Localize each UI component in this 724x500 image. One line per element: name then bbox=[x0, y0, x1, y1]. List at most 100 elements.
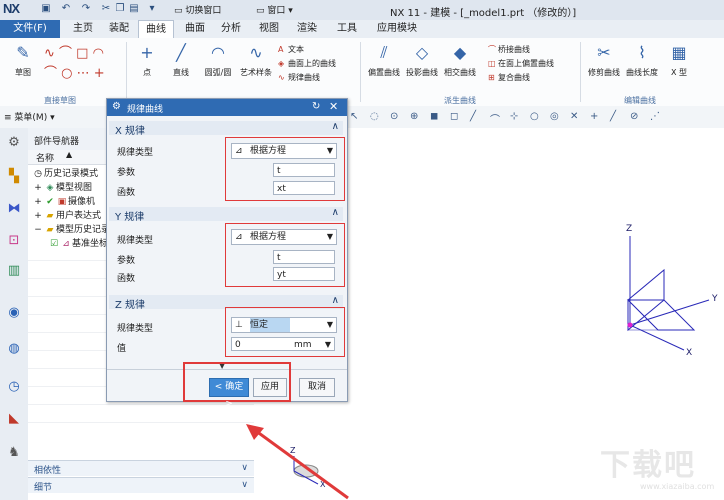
cut-icon[interactable]: ✂ bbox=[100, 3, 112, 15]
project-curve-button[interactable]: ◇ 投影曲线 bbox=[404, 42, 440, 78]
chevron-up-icon[interactable]: ∧ bbox=[332, 121, 339, 132]
snap-tangent-icon[interactable]: ⊘ bbox=[630, 111, 638, 122]
reset-icon[interactable]: ↻ bbox=[312, 101, 320, 112]
snap-point-icon[interactable]: ○ bbox=[530, 111, 539, 122]
tab-render[interactable]: 渲染 bbox=[290, 20, 324, 38]
checkbox-icon[interactable]: ☑ bbox=[48, 238, 60, 250]
column-name[interactable]: 名称 bbox=[36, 151, 54, 164]
ok-button[interactable]: < 确定 > bbox=[209, 378, 249, 409]
select-icon[interactable]: ↖ bbox=[350, 111, 358, 122]
tree-item-cameras[interactable]: + ✔ ▣ 摄像机 bbox=[32, 196, 95, 208]
composite-curve-button[interactable]: ⊞ 复合曲线 bbox=[488, 72, 554, 83]
z-value-input[interactable]: 0 mm ▼ bbox=[231, 337, 335, 351]
constraint-navigator-icon[interactable]: ⊡ bbox=[5, 232, 23, 250]
paste-icon[interactable]: ▤ bbox=[128, 3, 140, 15]
offset-on-face-button[interactable]: ◫ 在面上偏置曲线 bbox=[488, 58, 554, 69]
window-menu-button[interactable]: ▭ 窗口 ▾ bbox=[256, 3, 293, 16]
reuse-library-icon[interactable]: ▥ bbox=[5, 262, 23, 280]
close-icon[interactable]: ✕ bbox=[329, 100, 338, 113]
filter-icon[interactable]: ⊙ bbox=[390, 111, 398, 122]
assembly-navigator-icon[interactable]: ⧓ bbox=[5, 200, 23, 218]
sketch-button[interactable]: ✎ 草图 bbox=[6, 42, 40, 78]
y-param-input[interactable]: t bbox=[273, 250, 335, 264]
gear-icon[interactable]: ⚙ bbox=[5, 134, 23, 152]
law-curve-button[interactable]: ∿ 规律曲线 bbox=[278, 72, 336, 83]
tree-item-user-expressions[interactable]: + ▰ 用户表达式 bbox=[32, 210, 101, 222]
x-function-input[interactable]: xt bbox=[273, 181, 335, 195]
dependency-panel-header[interactable]: 相依性 ∨ bbox=[28, 460, 254, 476]
save-icon[interactable]: ▣ bbox=[40, 3, 52, 15]
apply-button[interactable]: 应用 bbox=[253, 378, 287, 397]
tab-applications[interactable]: 应用模块 bbox=[370, 20, 424, 38]
zoom-icon[interactable]: ⊕ bbox=[410, 111, 418, 122]
text-button[interactable]: A 文本 bbox=[278, 44, 336, 55]
line-button[interactable]: ╱ 直线 bbox=[166, 42, 196, 78]
chevron-up-icon[interactable]: ∧ bbox=[332, 207, 339, 218]
snap-quadrant-icon[interactable]: ◎ bbox=[550, 111, 559, 122]
sort-icon[interactable]: ▲ bbox=[66, 150, 72, 159]
tab-home[interactable]: 主页 bbox=[66, 20, 100, 38]
chevron-down-icon[interactable]: ▼ bbox=[325, 338, 331, 352]
tree-item-model-history[interactable]: − ▰ 模型历史记录 bbox=[32, 224, 110, 236]
repeat-command-icon[interactable]: ▾ bbox=[146, 3, 158, 15]
expand-icon[interactable]: + bbox=[32, 182, 44, 194]
chevron-up-icon[interactable]: ∧ bbox=[332, 295, 339, 306]
snap-grid-icon[interactable]: ⋰ bbox=[650, 111, 660, 122]
part-navigator-icon[interactable]: ▚ bbox=[5, 168, 23, 186]
lasso-icon[interactable]: ◌ bbox=[370, 111, 379, 122]
x-law-type-select[interactable]: ⊿ 根据方程 ▼ bbox=[231, 143, 337, 159]
cancel-button[interactable]: 取消 bbox=[299, 378, 335, 397]
snap-intersect-icon[interactable]: ✕ bbox=[570, 111, 578, 122]
collapse-icon[interactable]: − bbox=[32, 224, 44, 236]
tree-item-history-mode[interactable]: ◷ 历史记录模式 bbox=[32, 168, 98, 180]
snap-existing-icon[interactable]: + bbox=[590, 111, 598, 122]
art-spline-button[interactable]: ∿ 艺术样条 bbox=[238, 42, 274, 78]
history-icon[interactable]: ◍ bbox=[5, 340, 23, 358]
y-law-type-select[interactable]: ⊿ 根据方程 ▼ bbox=[231, 229, 337, 245]
tab-analysis[interactable]: 分析 bbox=[214, 20, 248, 38]
z-unit-select[interactable]: mm bbox=[294, 338, 312, 352]
intersect-curve-button[interactable]: ◆ 相交曲线 bbox=[442, 42, 478, 78]
y-law-section-header[interactable]: Y 规律 ∧ bbox=[109, 207, 343, 223]
expand-icon[interactable]: + bbox=[32, 196, 44, 208]
clock-icon[interactable]: ◷ bbox=[5, 378, 23, 396]
offset-curve-button[interactable]: ⫽ 偏置曲线 bbox=[366, 42, 402, 78]
curve-on-surface-button[interactable]: ◈ 曲面上的曲线 bbox=[278, 58, 336, 69]
roles-icon[interactable]: ♞ bbox=[5, 444, 23, 462]
x-param-input[interactable]: t bbox=[273, 163, 335, 177]
x-law-section-header[interactable]: X 规律 ∧ bbox=[109, 121, 343, 137]
dialog-title-bar[interactable]: ⚙ 规律曲线 ↻ ✕ bbox=[107, 99, 347, 116]
arc-circle-button[interactable]: ◠ 圆弧/圆 bbox=[200, 42, 236, 78]
expand-icon[interactable]: + bbox=[32, 210, 44, 222]
x-form-button[interactable]: ▦ X 型 bbox=[664, 42, 694, 78]
trim-curve-button[interactable]: ✂ 修剪曲线 bbox=[586, 42, 622, 78]
menu-button[interactable]: ≡ 菜单(M) ▾ bbox=[4, 110, 55, 123]
process-studio-icon[interactable]: ◣ bbox=[5, 410, 23, 428]
tab-tools[interactable]: 工具 bbox=[330, 20, 364, 38]
snap-end-icon[interactable]: ╱ bbox=[470, 111, 476, 122]
sketch-tools[interactable]: ∿ ⌒ □ ◠ ⌒ ○ ⋯ + bbox=[44, 44, 120, 84]
tab-curve[interactable]: 曲线 bbox=[138, 20, 174, 39]
details-panel-header[interactable]: 细节 ∨ bbox=[28, 477, 254, 493]
curve-length-button[interactable]: ⌇ 曲线长度 bbox=[624, 42, 660, 78]
tab-assembly[interactable]: 装配 bbox=[102, 20, 136, 38]
undo-icon[interactable]: ↶ bbox=[60, 3, 72, 15]
copy-icon[interactable]: ❐ bbox=[114, 3, 126, 15]
wireframe-icon[interactable]: ◻ bbox=[450, 111, 458, 122]
point-button[interactable]: + 点 bbox=[134, 42, 160, 78]
snap-center-icon[interactable]: ⊹ bbox=[510, 111, 518, 122]
bridge-curve-button[interactable]: ⌒ 桥接曲线 bbox=[488, 44, 554, 55]
web-browser-icon[interactable]: ◉ bbox=[5, 304, 23, 322]
tab-file[interactable]: 文件(F) bbox=[0, 20, 60, 38]
redo-icon[interactable]: ↷ bbox=[80, 3, 92, 15]
z-law-type-select[interactable]: ⊥ 恒定 ▼ bbox=[231, 317, 337, 333]
shaded-view-icon[interactable]: ◼ bbox=[430, 111, 438, 122]
snap-mid-icon[interactable]: ⌒ bbox=[490, 111, 500, 126]
tree-item-model-views[interactable]: + ◈ 模型视图 bbox=[32, 182, 92, 194]
switch-window-button[interactable]: ▭ 切换窗口 bbox=[174, 3, 221, 16]
tab-view[interactable]: 视图 bbox=[252, 20, 286, 38]
snap-face-icon[interactable]: ╱ bbox=[610, 111, 616, 122]
gear-icon[interactable]: ⚙ bbox=[112, 101, 121, 112]
tab-surface[interactable]: 曲面 bbox=[178, 20, 212, 38]
y-function-input[interactable]: yt bbox=[273, 267, 335, 281]
